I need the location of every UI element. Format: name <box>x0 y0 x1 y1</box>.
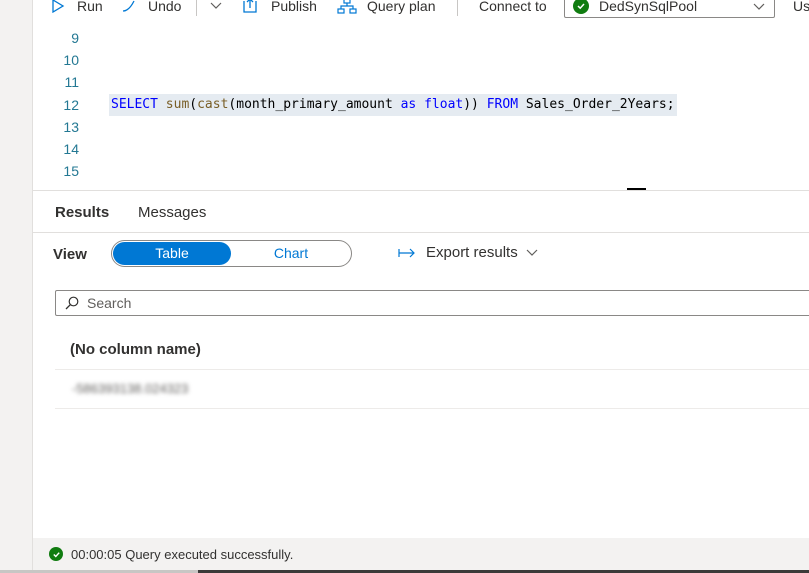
undo-icon <box>122 0 135 12</box>
export-results-button[interactable]: Export results <box>398 244 539 261</box>
toggle-chart-option[interactable]: Chart <box>232 242 350 265</box>
tab-results[interactable]: Results <box>55 204 109 221</box>
status-bar: 00:00:05 Query executed successfully. <box>33 538 809 570</box>
toolbar-divider <box>196 0 197 16</box>
chevron-down-icon <box>210 2 222 9</box>
query-plan-icon <box>337 0 357 14</box>
sql-keyword: float <box>424 97 464 112</box>
chevron-down-icon <box>753 3 765 10</box>
undo-label: Undo <box>148 0 182 14</box>
query-plan-label: Query plan <box>367 0 436 14</box>
sql-editor[interactable]: 9 10 11 12 SELECT sum(cast(month_primary… <box>33 24 809 190</box>
export-results-label: Export results <box>426 244 518 261</box>
status-text: 00:00:05 Query executed successfully. <box>71 546 294 562</box>
toolbar-divider <box>457 0 458 16</box>
run-label: Run <box>77 0 103 14</box>
sql-text: ( <box>189 97 198 112</box>
editor-line: 11 <box>33 71 809 93</box>
undo-button[interactable]: Undo <box>120 0 181 17</box>
export-arrow-icon <box>398 248 415 257</box>
connect-to-label: Connect to <box>479 0 547 17</box>
sql-keyword: as <box>400 97 417 112</box>
column-header[interactable]: (No column name) <box>70 341 201 358</box>
editor-line: 14 <box>33 138 809 160</box>
play-icon <box>52 0 65 13</box>
sql-text: Sales_Order_2Years; <box>518 97 675 112</box>
connect-to-text: Connect to <box>479 0 547 14</box>
editor-line: 15 <box>33 160 809 182</box>
editor-line: 13 <box>33 116 809 138</box>
line-number: 9 <box>71 30 79 46</box>
view-toggle[interactable]: Table Chart <box>111 240 352 267</box>
view-row: View Table Chart Export results <box>33 233 809 275</box>
sql-function: cast <box>197 97 229 112</box>
connection-select[interactable]: DedSynSqlPool <box>564 0 775 18</box>
sql-text: )) <box>463 97 487 112</box>
use-database-text: Us <box>793 0 809 14</box>
use-database-label: Us <box>793 0 809 17</box>
sql-keyword: FROM <box>486 97 519 112</box>
check-circle-icon <box>573 0 589 14</box>
query-plan-button[interactable]: Query plan <box>337 0 435 17</box>
chevron-down-icon <box>526 249 538 256</box>
search-input[interactable] <box>87 295 687 311</box>
connection-value: DedSynSqlPool <box>599 0 698 14</box>
run-button[interactable]: Run <box>51 0 103 17</box>
sql-keyword: SELECT <box>111 97 158 112</box>
table-row[interactable]: -586393138.024323 <box>55 370 809 409</box>
check-circle-icon <box>49 547 63 561</box>
line-number: 14 <box>63 141 79 157</box>
results-tabs: Results Messages <box>33 191 809 233</box>
tab-messages[interactable]: Messages <box>138 204 206 221</box>
publish-label: Publish <box>271 0 317 14</box>
publish-icon <box>243 0 257 13</box>
editor-line: 12 SELECT sum(cast(month_primary_amount … <box>33 94 809 116</box>
results-grid-header: (No column name) <box>55 330 809 370</box>
sql-text: (month_primary_amount <box>228 97 401 112</box>
search-icon <box>65 296 79 310</box>
sql-query-text[interactable]: SELECT sum(cast(month_primary_amount as … <box>109 94 677 116</box>
line-number: 12 <box>63 97 79 113</box>
editor-toolbar: Run Undo Publish Query plan Connect to D… <box>33 0 809 18</box>
line-number: 15 <box>63 163 79 179</box>
left-activity-strip <box>0 0 33 573</box>
line-number: 10 <box>63 52 79 68</box>
view-label: View <box>53 246 87 263</box>
result-cell[interactable]: -586393138.024323 <box>72 381 188 396</box>
toggle-table-option[interactable]: Table <box>113 242 231 265</box>
editor-line: 10 <box>33 49 809 71</box>
sql-function: sum <box>165 97 190 112</box>
results-search-box[interactable] <box>55 290 809 316</box>
line-number: 11 <box>64 74 79 90</box>
undo-dropdown-button[interactable] <box>209 0 223 17</box>
publish-button[interactable]: Publish <box>241 0 317 17</box>
editor-line: 9 <box>33 27 809 49</box>
line-number: 13 <box>63 119 79 135</box>
